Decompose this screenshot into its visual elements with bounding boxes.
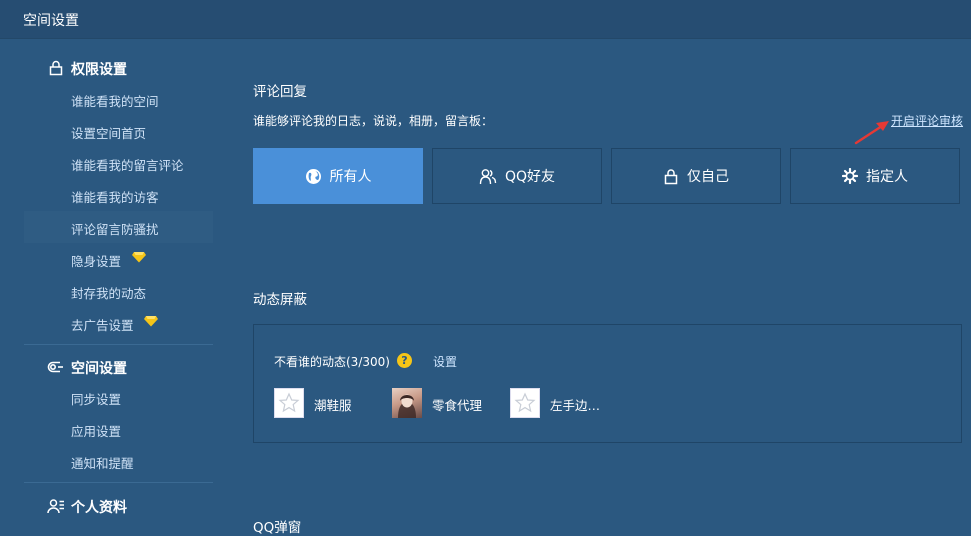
sidebar-item-who-can-view-space[interactable]: 谁能看我的空间 (24, 83, 213, 115)
blocked-user-name[interactable]: 左手边… (550, 395, 600, 414)
option-label: QQ好友 (504, 169, 556, 185)
avatar (274, 388, 304, 418)
section-label: 权限设置 (71, 62, 127, 78)
sidebar-item-anti-harassment[interactable]: 评论留言防骚扰 (24, 211, 213, 243)
sidebar-item-label: 同步设置 (71, 392, 122, 407)
arrow-annotation (854, 121, 889, 145)
option-everyone[interactable]: 所有人 (253, 148, 423, 204)
qq-popup-heading: QQ弹窗 (253, 520, 302, 536)
sidebar-item-who-can-view-comments[interactable]: 谁能看我的留言评论 (24, 147, 213, 179)
option-label: 仅自己 (687, 169, 729, 185)
feed-block-heading: 动态屏蔽 (253, 292, 307, 308)
toggle-icon (47, 361, 63, 373)
feed-block-panel: 不看谁的动态(3/300) ? 设置 潮鞋服 零食代理 左手边… (253, 324, 962, 443)
lock-icon (49, 60, 63, 76)
sidebar-item-label: 谁能看我的空间 (71, 94, 159, 109)
gear-icon (842, 168, 858, 184)
sidebar-item-remove-ads[interactable]: 去广告设置 (24, 307, 213, 339)
feed-block-settings-link[interactable]: 设置 (433, 353, 457, 370)
sidebar-item-notifications[interactable]: 通知和提醒 (24, 445, 213, 477)
profile-icon (47, 499, 64, 514)
sidebar-item-label: 谁能看我的留言评论 (71, 158, 184, 173)
hidden-feeds-label: 不看谁的动态(3/300) (274, 355, 390, 369)
sidebar-item-label: 设置空间首页 (71, 126, 147, 141)
enable-comment-audit-link[interactable]: 开启评论审核 (891, 112, 963, 129)
sidebar-item-label: 封存我的动态 (71, 286, 147, 301)
friends-icon (479, 168, 497, 184)
option-specified-people[interactable]: 指定人 (790, 148, 960, 204)
sidebar-divider (24, 482, 213, 483)
help-icon[interactable]: ? (397, 353, 412, 368)
sidebar-item-set-homepage[interactable]: 设置空间首页 (24, 115, 213, 147)
comment-permission-description: 谁能够评论我的日志，说说，相册，留言板： (253, 114, 494, 128)
section-label: 空间设置 (71, 361, 127, 377)
option-label: 所有人 (329, 169, 372, 185)
sidebar: 权限设置 谁能看我的空间 设置空间首页 谁能看我的留言评论 谁能看我的访客 评论… (0, 39, 225, 529)
avatar (392, 388, 422, 418)
sidebar-item-label: 评论留言防骚扰 (71, 222, 159, 237)
sidebar-item-sync-settings[interactable]: 同步设置 (24, 381, 213, 413)
blocked-user-name[interactable]: 潮鞋服 (314, 395, 352, 414)
avatar (510, 388, 540, 418)
sidebar-item-archive-feeds[interactable]: 封存我的动态 (24, 275, 213, 307)
title-bar: 空间设置 (0, 0, 971, 39)
blocked-user-name[interactable]: 零食代理 (432, 395, 482, 414)
star-icon (514, 392, 536, 413)
option-label: 指定人 (866, 169, 908, 185)
globe-icon (305, 168, 321, 184)
user-photo (398, 394, 416, 418)
sidebar-item-who-can-view-visitors[interactable]: 谁能看我的访客 (24, 179, 213, 211)
sidebar-item-invisible-settings[interactable]: 隐身设置 (24, 243, 213, 275)
comment-section-heading: 评论回复 (253, 84, 307, 100)
sidebar-divider (24, 344, 213, 345)
star-icon (278, 392, 300, 413)
section-label: 个人资料 (71, 500, 127, 516)
sidebar-item-app-settings[interactable]: 应用设置 (24, 413, 213, 445)
vip-diamond-icon (144, 316, 158, 327)
sidebar-item-label: 隐身设置 (71, 254, 122, 269)
lock-icon (664, 168, 678, 184)
vip-diamond-icon (132, 252, 146, 263)
sidebar-item-label: 谁能看我的访客 (71, 190, 159, 205)
sidebar-item-label: 去广告设置 (71, 318, 134, 333)
option-only-me[interactable]: 仅自己 (611, 148, 781, 204)
sidebar-item-label: 应用设置 (71, 424, 122, 439)
window-title: 空间设置 (23, 13, 79, 29)
sidebar-item-label: 通知和提醒 (71, 456, 134, 471)
option-qq-friends[interactable]: QQ好友 (432, 148, 602, 204)
